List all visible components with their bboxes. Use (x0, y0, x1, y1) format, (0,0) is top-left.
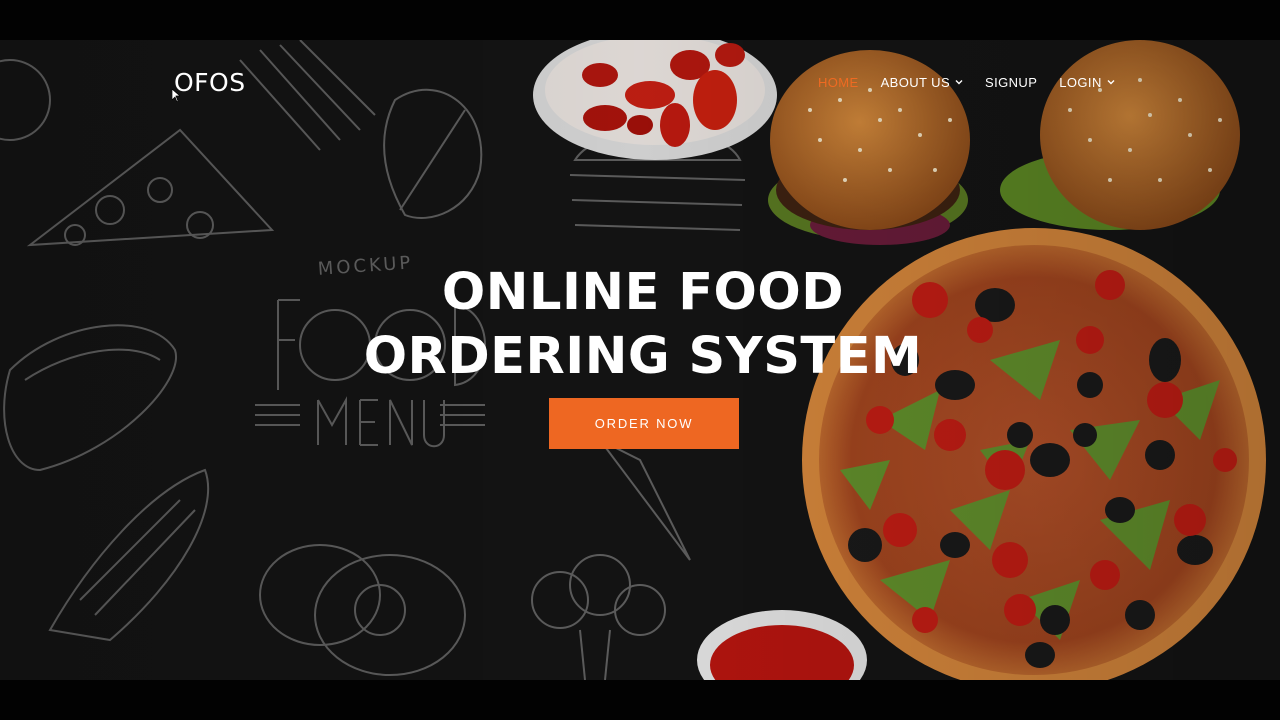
nav-item-signup[interactable]: SIGNUP (985, 74, 1037, 90)
nav-item-home[interactable]: HOME (818, 74, 859, 90)
hero-section: MOCKUP (0, 40, 1280, 680)
nav-item-label: HOME (818, 74, 859, 90)
nav-item-about-us[interactable]: ABOUT US (881, 74, 963, 90)
nav-item-login[interactable]: LOGIN (1059, 74, 1115, 90)
nav-item-label: SIGNUP (985, 74, 1038, 90)
mouse-cursor-icon (172, 89, 180, 102)
nav-item-label: LOGIN (1059, 74, 1102, 90)
chevron-down-icon (1107, 80, 1115, 85)
nav-item-label: ABOUT US (880, 74, 951, 90)
site-logo[interactable]: OFOS (174, 68, 246, 97)
video-letterbox-top (0, 0, 1280, 40)
hero-title-line-1: ONLINE FOOD (441, 263, 845, 322)
main-nav: HOME ABOUT US SIGNUP LOGIN (818, 74, 1137, 90)
chevron-down-icon (955, 80, 963, 85)
video-letterbox-bottom (0, 680, 1280, 720)
hero-title-line-2: ORDERING SYSTEM (363, 327, 923, 386)
order-now-button[interactable]: ORDER NOW (549, 398, 739, 449)
